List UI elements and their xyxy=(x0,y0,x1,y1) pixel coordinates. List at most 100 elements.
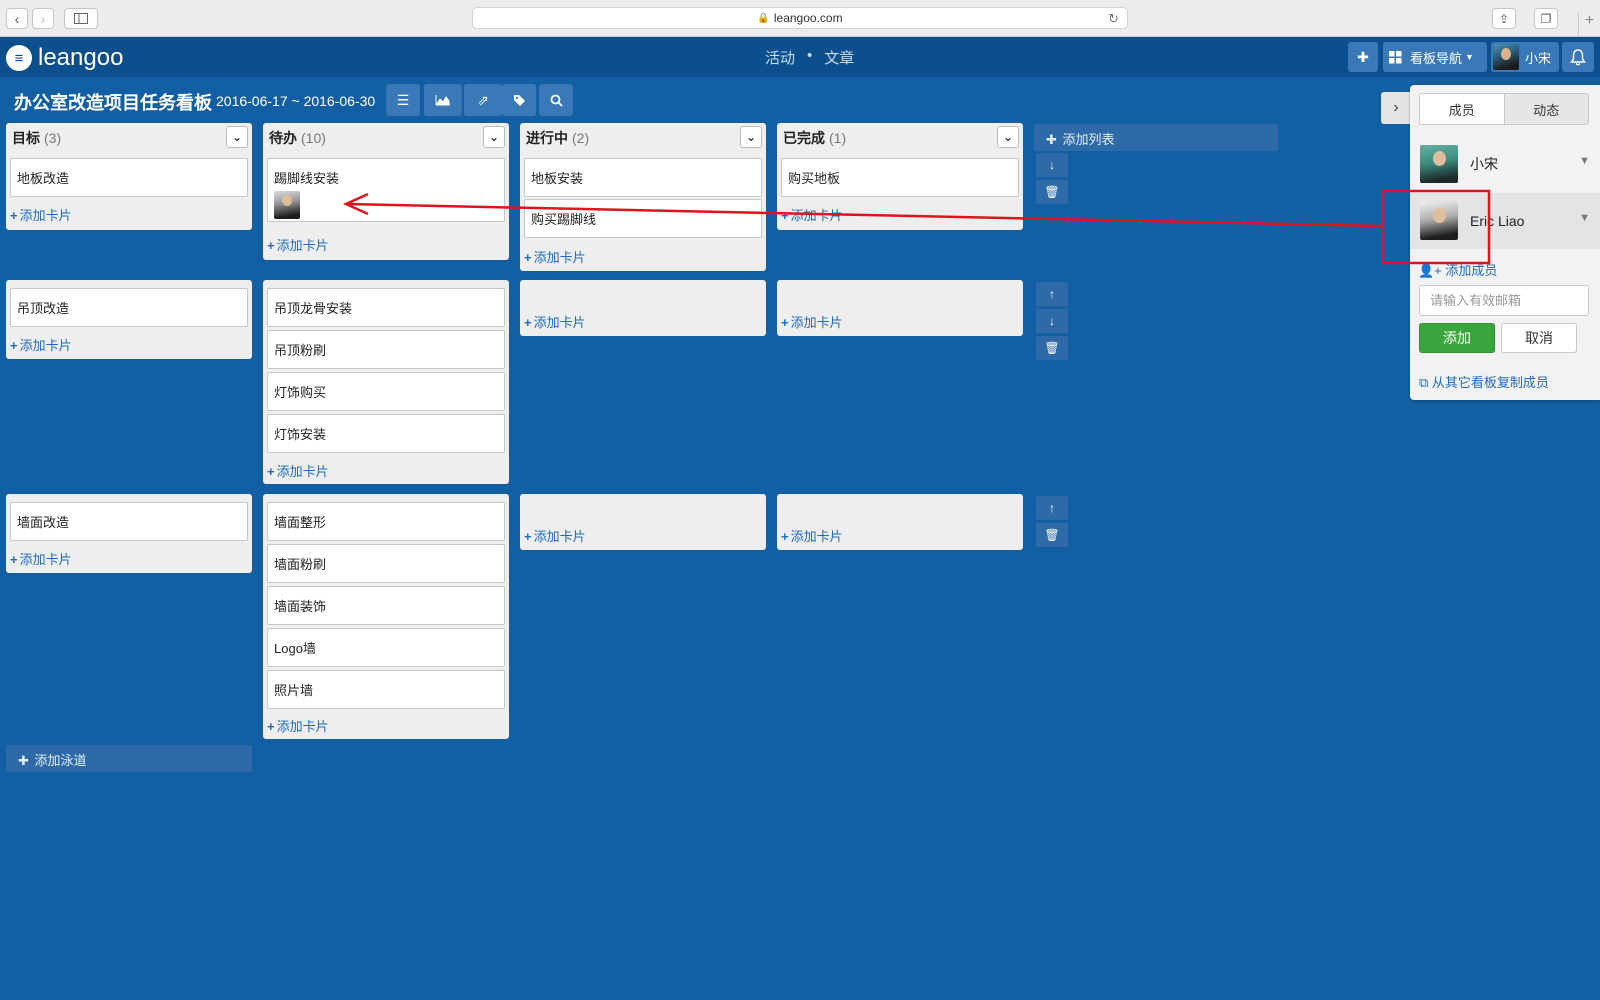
tags-button[interactable] xyxy=(502,84,536,116)
share-button[interactable]: ⇪ xyxy=(1492,8,1516,29)
forward-icon: › xyxy=(40,10,46,27)
list-menu-toggle[interactable]: ⌄ xyxy=(226,126,248,148)
list-count: (1) xyxy=(829,130,847,146)
add-card-link[interactable]: + 添加卡片 xyxy=(10,549,72,568)
add-card-link[interactable]: + 添加卡片 xyxy=(781,312,843,331)
card[interactable]: 照片墙 xyxy=(267,670,505,709)
copy-members-link[interactable]: ⧉ 从其它看板复制成员 xyxy=(1419,372,1549,391)
list-header: 进行中 (2) ⌄ xyxy=(520,123,766,153)
nav-article[interactable]: 文章 xyxy=(824,47,854,68)
email-input[interactable] xyxy=(1419,285,1589,316)
card[interactable]: 购买踢脚线 xyxy=(524,199,762,238)
card[interactable]: 购买地板 xyxy=(781,158,1019,197)
share-board-button[interactable]: ⇗ xyxy=(464,84,502,116)
add-list-button[interactable]: ✚ 添加列表 xyxy=(1034,124,1278,151)
filter-icon[interactable]: ▼ xyxy=(1579,155,1590,167)
add-card-link[interactable]: + 添加卡片 xyxy=(267,461,329,480)
lane-move-down-button[interactable]: ↓ xyxy=(1036,153,1068,177)
add-card-label: 添加卡片 xyxy=(790,529,843,544)
lane-move-up-button[interactable]: ↑ xyxy=(1036,496,1068,520)
member-row[interactable]: Eric Liao ▼ xyxy=(1410,193,1600,249)
member-avatar[interactable] xyxy=(1420,202,1458,240)
logo[interactable]: ≡ leangoo xyxy=(6,44,123,72)
card[interactable]: 踢脚线安装 xyxy=(267,158,505,222)
search-button[interactable] xyxy=(539,84,573,116)
add-card-link[interactable]: + 添加卡片 xyxy=(524,526,586,545)
card[interactable]: Logo墙 xyxy=(267,628,505,667)
member-row[interactable]: 小宋 ▼ xyxy=(1410,136,1600,192)
sidebar-icon xyxy=(74,13,88,24)
card-member-avatar[interactable] xyxy=(274,191,300,219)
card[interactable]: 墙面整形 xyxy=(267,502,505,541)
card[interactable]: 地板安装 xyxy=(524,158,762,197)
lane-move-down-button[interactable]: ↓ xyxy=(1036,309,1068,333)
filter-icon[interactable]: ▼ xyxy=(1579,212,1590,224)
reload-icon[interactable]: ↻ xyxy=(1108,11,1119,27)
lane-delete-button[interactable]: 🗑 xyxy=(1036,336,1068,360)
plus-icon: + xyxy=(781,315,789,330)
card[interactable]: 墙面粉刷 xyxy=(267,544,505,583)
nav-activity[interactable]: 活动 xyxy=(765,47,795,68)
share-icon: ⇗ xyxy=(477,91,489,108)
sidebar-toggle-button[interactable] xyxy=(64,8,98,29)
lane-delete-button[interactable]: 🗑 xyxy=(1036,523,1068,547)
add-member-button[interactable]: 添加 xyxy=(1419,323,1495,353)
board-title: 办公室改造项目任务看板 xyxy=(14,93,212,113)
notifications-button[interactable] xyxy=(1562,42,1594,72)
list-done-lane-3: + 添加卡片 xyxy=(777,494,1023,550)
add-lane-label: 添加泳道 xyxy=(34,753,87,768)
center-nav: 活动 • 文章 xyxy=(765,47,854,68)
add-card-link[interactable]: + 添加卡片 xyxy=(781,205,843,224)
add-card-link[interactable]: + 添加卡片 xyxy=(10,335,72,354)
list-menu-toggle[interactable]: ⌄ xyxy=(740,126,762,148)
list-count: (10) xyxy=(301,130,326,146)
chart-button[interactable] xyxy=(424,84,462,116)
card[interactable]: 灯饰安装 xyxy=(267,414,505,453)
add-member-link[interactable]: 👤+ 添加成员 xyxy=(1418,260,1497,279)
new-tab-button[interactable]: + xyxy=(1578,12,1600,36)
list-title: 已完成 xyxy=(783,130,825,146)
panel-collapse-button[interactable]: › xyxy=(1381,92,1411,124)
members-panel: 成员 动态 小宋 ▼ Eric Liao ▼ 👤+ 添加成员 添加 取消 ⧉ 从… xyxy=(1410,85,1600,400)
cancel-button[interactable]: 取消 xyxy=(1501,323,1577,353)
forward-button[interactable]: › xyxy=(32,8,54,29)
add-card-label: 添加卡片 xyxy=(533,529,586,544)
add-card-link[interactable]: + 添加卡片 xyxy=(10,205,72,224)
list-menu-toggle[interactable]: ⌄ xyxy=(483,126,505,148)
board-nav-button[interactable]: 看板导航 ▼ xyxy=(1383,42,1487,72)
card[interactable]: 吊顶龙骨安装 xyxy=(267,288,505,327)
board-menu-button[interactable]: ☰ xyxy=(386,84,420,116)
list-title: 目标 xyxy=(12,130,40,146)
address-bar[interactable]: 🔒 leangoo.com ↻ xyxy=(472,7,1128,29)
add-card-link[interactable]: + 添加卡片 xyxy=(524,312,586,331)
card[interactable]: 灯饰购买 xyxy=(267,372,505,411)
arrow-up-icon: ↑ xyxy=(1049,501,1055,515)
board-dates: 2016-06-17 ~ 2016-06-30 xyxy=(216,93,376,109)
add-card-link[interactable]: + 添加卡片 xyxy=(267,235,329,254)
lane-move-up-button[interactable]: ↑ xyxy=(1036,282,1068,306)
chevron-down-icon: ⌄ xyxy=(745,130,757,144)
add-card-label: 添加卡片 xyxy=(533,250,586,265)
add-card-link[interactable]: + 添加卡片 xyxy=(267,716,329,735)
plus-icon: + xyxy=(267,238,275,253)
arrow-up-icon: ↑ xyxy=(1049,287,1055,301)
create-button[interactable]: ✚ xyxy=(1348,42,1378,72)
add-card-label: 添加卡片 xyxy=(276,238,329,253)
add-user-icon: 👤+ xyxy=(1418,263,1442,278)
list-menu-toggle[interactable]: ⌄ xyxy=(997,126,1019,148)
tabs-overview-button[interactable]: ❐ xyxy=(1534,8,1558,29)
add-card-label: 添加卡片 xyxy=(790,208,843,223)
lane-delete-button[interactable]: 🗑 xyxy=(1036,180,1068,204)
card[interactable]: 墙面装饰 xyxy=(267,586,505,625)
add-card-link[interactable]: + 添加卡片 xyxy=(781,526,843,545)
tab-members[interactable]: 成员 xyxy=(1420,94,1504,124)
back-button[interactable]: ‹ xyxy=(6,8,28,29)
add-lane-button[interactable]: ✚ 添加泳道 xyxy=(6,745,252,772)
tab-activity[interactable]: 动态 xyxy=(1503,94,1588,124)
card[interactable]: 吊顶粉刷 xyxy=(267,330,505,369)
user-menu-button[interactable]: 小宋 xyxy=(1491,42,1559,72)
card[interactable]: 吊顶改造 xyxy=(10,288,248,327)
add-card-link[interactable]: + 添加卡片 xyxy=(524,247,586,266)
card[interactable]: 墙面改造 xyxy=(10,502,248,541)
card[interactable]: 地板改造 xyxy=(10,158,248,197)
